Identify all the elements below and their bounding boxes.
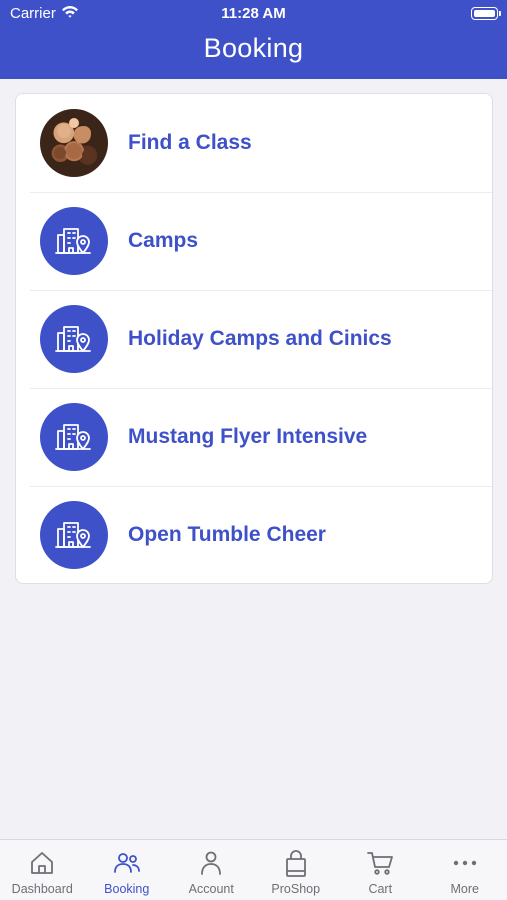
list-item-label: Mustang Flyer Intensive [128, 425, 368, 448]
home-icon [31, 852, 54, 874]
tab-label: Dashboard [11, 882, 73, 896]
tab-account[interactable]: Account [169, 840, 254, 900]
battery-icon [471, 7, 501, 20]
tab-bar: Dashboard Booking Account ProShop Cart M… [0, 839, 507, 900]
list-item-label: Camps [128, 229, 199, 252]
tab-more[interactable]: More [423, 840, 507, 900]
clock: 11:28 AM [221, 5, 286, 22]
list-item-label: Find a Class [128, 131, 252, 154]
page-title: Booking [203, 33, 304, 63]
people-icon [113, 853, 140, 873]
tab-dashboard[interactable]: Dashboard [0, 840, 85, 900]
tab-label: ProShop [271, 882, 321, 896]
cart-icon [367, 852, 394, 875]
tab-label: Account [188, 882, 234, 896]
group-photo-avatar [40, 109, 108, 177]
list-item-open-tumble[interactable]: Open Tumble Cheer [16, 486, 492, 583]
person-icon [201, 851, 222, 875]
list-item-holiday-camps[interactable]: Holiday Camps and Cinics [16, 290, 492, 388]
tab-label: Booking [104, 882, 150, 896]
list-item-camps[interactable]: Camps [16, 192, 492, 290]
booking-list: Find a Class Camps Holiday Camps and Cin… [15, 93, 493, 584]
list-item-find-a-class[interactable]: Find a Class [16, 94, 492, 192]
app-header: Carrier 11:28 AM Booking [0, 0, 507, 79]
tab-booking[interactable]: Booking [85, 840, 170, 900]
bag-icon [285, 850, 306, 877]
building-location-icon [40, 403, 108, 471]
tab-label: Cart [368, 882, 393, 896]
tab-cart[interactable]: Cart [338, 840, 423, 900]
list-item-label: Open Tumble Cheer [128, 523, 326, 546]
list-item-mustang-flyer[interactable]: Mustang Flyer Intensive [16, 388, 492, 486]
tab-proshop[interactable]: ProShop [254, 840, 339, 900]
list-item-label: Holiday Camps and Cinics [128, 327, 392, 350]
tab-label: More [450, 882, 479, 896]
building-location-icon [40, 501, 108, 569]
status-bar: Carrier 11:28 AM [0, 0, 507, 28]
building-location-icon [40, 207, 108, 275]
more-icon [453, 860, 476, 866]
building-location-icon [40, 305, 108, 373]
